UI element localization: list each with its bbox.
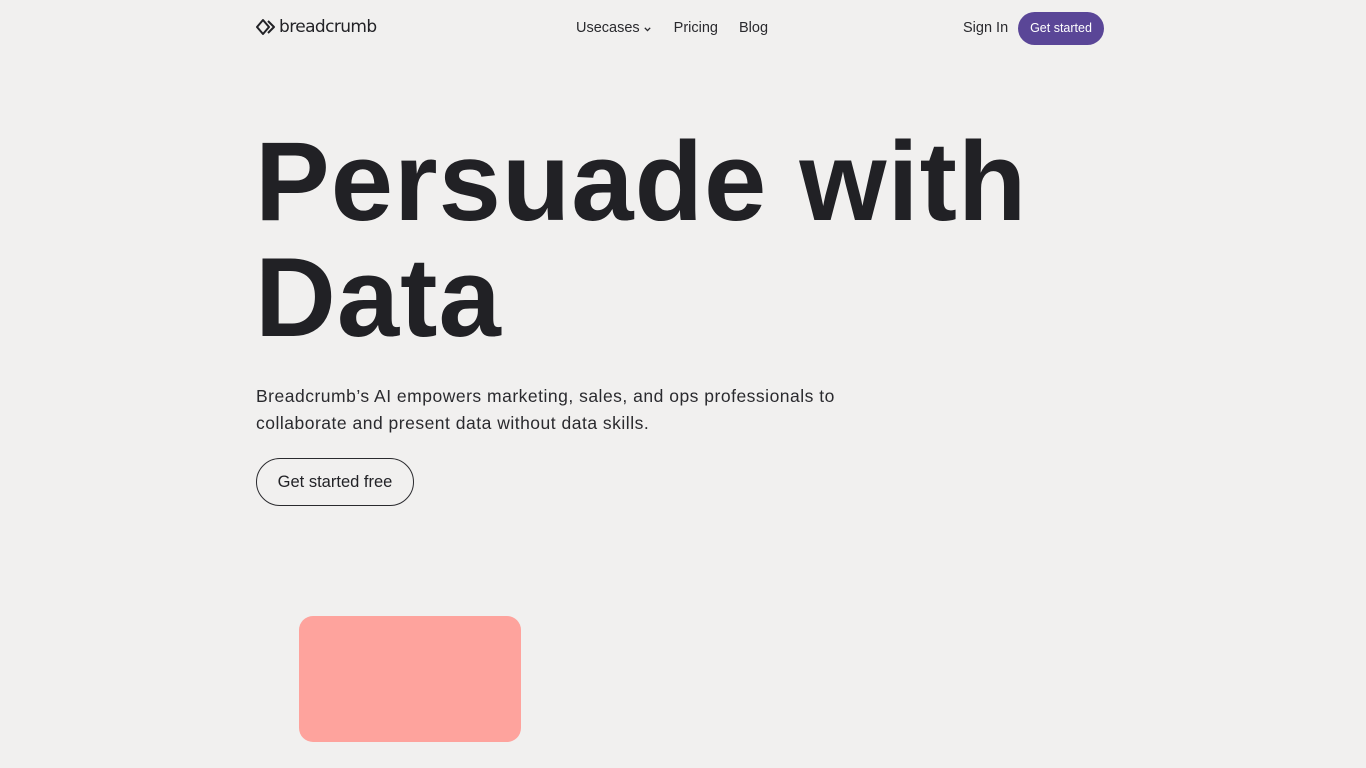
nav-item-pricing[interactable]: Pricing	[674, 19, 718, 37]
hero-subtitle-line: Breadcrumb’s AI empowers marketing, sale…	[256, 386, 835, 406]
nav-item-label: Pricing	[673, 20, 718, 36]
site-header: breadcrumb Usecases Pricing Blog Sign In…	[0, 0, 1366, 57]
hero-title-line: Data	[255, 235, 502, 360]
sign-in-link[interactable]: Sign In	[963, 19, 1008, 37]
main-nav: Usecases Pricing Blog	[576, 19, 768, 37]
hero-subtitle: Breadcrumb’s AI empowers marketing, sale…	[256, 383, 856, 437]
nav-item-label: Usecases	[576, 20, 640, 36]
nav-item-usecases[interactable]: Usecases	[576, 19, 651, 37]
hero-subtitle-line: collaborate and present data without dat…	[256, 413, 650, 433]
decorative-card	[299, 616, 521, 742]
nav-item-label: Blog	[739, 20, 769, 36]
logo-link[interactable]: breadcrumb	[256, 17, 377, 37]
get-started-free-button[interactable]: Get started free	[256, 458, 414, 506]
landing-page: breadcrumb Usecases Pricing Blog Sign In…	[0, 0, 1366, 768]
breadcrumb-logo-icon	[256, 17, 276, 37]
get-started-button[interactable]: Get started	[1018, 12, 1104, 45]
logo-text: breadcrumb	[279, 17, 377, 37]
nav-item-blog[interactable]: Blog	[739, 19, 768, 37]
chevron-down-icon	[644, 19, 651, 37]
hero-title-line: Persuade with	[255, 119, 1028, 244]
hero-title: Persuade with Data	[255, 124, 1155, 356]
